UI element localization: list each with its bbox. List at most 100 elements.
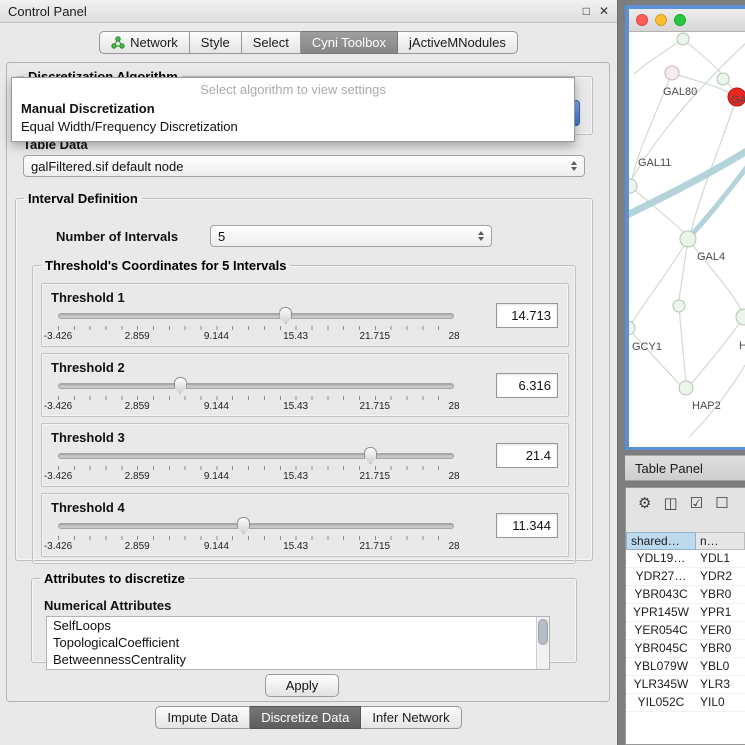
number-of-intervals-value: 5 xyxy=(218,229,225,244)
interval-group-title: Interval Definition xyxy=(24,191,142,206)
slider-ticks xyxy=(58,326,454,330)
control-panel-window: Control Panel □ ✕ Network Style Select xyxy=(0,0,618,745)
slider-track[interactable] xyxy=(58,313,454,319)
threshold-1-label: Threshold 1 xyxy=(51,290,125,305)
table-row[interactable]: YPR145WYPR1 xyxy=(626,604,745,622)
close-icon[interactable]: ✕ xyxy=(599,5,609,17)
tab-cyni-toolbox[interactable]: Cyni Toolbox xyxy=(301,31,398,54)
slider-thumb[interactable] xyxy=(174,377,187,394)
node[interactable] xyxy=(677,33,689,45)
node-label: H xyxy=(739,340,745,352)
slider-ticks xyxy=(58,396,454,400)
threshold-2-slider[interactable]: -3.4262.8599.14415.4321.71528 xyxy=(58,376,454,412)
table-row[interactable]: YLR345WYLR3 xyxy=(626,676,745,694)
tab-select[interactable]: Select xyxy=(242,31,301,54)
node[interactable] xyxy=(736,309,745,325)
dropdown-option-equal-width-frequency[interactable]: Equal Width/Frequency Discretization xyxy=(12,118,574,136)
table-row[interactable]: YDL19…YDL1 xyxy=(626,550,745,568)
list-item[interactable]: BetweennessCentrality xyxy=(47,651,549,668)
slider-track[interactable] xyxy=(58,453,454,459)
combo-arrows-icon xyxy=(478,231,484,241)
apply-button[interactable]: Apply xyxy=(265,674,339,697)
node[interactable] xyxy=(673,300,685,312)
dropdown-option-manual-discretization[interactable]: Manual Discretization xyxy=(12,100,574,118)
slider-track[interactable] xyxy=(58,523,454,529)
threshold-4-slider[interactable]: -3.4262.8599.14415.4321.71528 xyxy=(58,516,454,552)
slider-tick-labels: -3.4262.8599.14415.4321.71528 xyxy=(58,401,454,412)
window-title: Control Panel xyxy=(8,4,87,19)
table-row[interactable]: YIL052CYIL0 xyxy=(626,694,745,712)
table-body: YDL19…YDL1 YDR27…YDR2 YBR043CYBR0 YPR145… xyxy=(626,550,745,744)
gear-icon[interactable]: ⚙ xyxy=(638,496,651,511)
list-item[interactable]: SelfLoops xyxy=(47,617,549,634)
node-label: GA xyxy=(731,94,745,106)
table-toolbar: ⚙ ◫ ☑ ☐ xyxy=(626,488,745,518)
slider-thumb[interactable] xyxy=(279,307,292,324)
table-panel-window: ⚙ ◫ ☑ ☐ shared… n… YDL19…YDL1 YDR27…YDR2… xyxy=(625,487,745,745)
threshold-3-value-field[interactable]: 21.4 xyxy=(496,443,558,468)
node[interactable] xyxy=(629,321,635,335)
bottom-tab-bar: Impute Data Discretize Data Infer Networ… xyxy=(0,706,617,729)
numerical-attributes-label: Numerical Attributes xyxy=(44,598,171,613)
table-row[interactable]: YDR27…YDR2 xyxy=(626,568,745,586)
node-label: GAL80 xyxy=(663,86,697,98)
node[interactable] xyxy=(717,73,729,85)
table-panel-header[interactable]: Table Panel xyxy=(625,455,745,481)
threshold-1-slider[interactable]: -3.4262.8599.14415.4321.71528 xyxy=(58,306,454,342)
table-row[interactable]: YBR043CYBR0 xyxy=(626,586,745,604)
table-row[interactable]: YBL079WYBL0 xyxy=(626,658,745,676)
node[interactable] xyxy=(679,381,693,395)
node-label: GAL4 xyxy=(697,251,725,263)
threshold-4-value-field[interactable]: 11.344 xyxy=(496,513,558,538)
network-canvas[interactable]: GAL80 GA GAL11 GAL4 GCY1 HAP2 H xyxy=(629,32,745,447)
list-scrollbar[interactable] xyxy=(536,617,549,669)
slider-tick-labels: -3.4262.8599.14415.4321.71528 xyxy=(58,471,454,482)
node-label: GAL11 xyxy=(638,157,671,169)
table-data-combo-value: galFiltered.sif default node xyxy=(31,159,183,174)
network-view-window: GAL80 GA GAL11 GAL4 GCY1 HAP2 H xyxy=(625,5,745,450)
algorithm-dropdown: Select algorithm to view settings Manual… xyxy=(11,77,575,142)
node[interactable] xyxy=(665,66,679,80)
column-header-shared-name[interactable]: shared… xyxy=(626,532,696,550)
network-graph: GAL80 GA GAL11 GAL4 GCY1 HAP2 H xyxy=(629,32,745,447)
threshold-2-value-field[interactable]: 6.316 xyxy=(496,373,558,398)
restore-icon[interactable]: □ xyxy=(583,5,590,17)
column-header-name[interactable]: n… xyxy=(696,532,745,550)
threshold-2-box: Threshold 2 -3.4262.8599.14415.4321.7152… xyxy=(41,353,569,417)
close-traffic-light-icon[interactable] xyxy=(636,14,648,26)
window-buttons: □ ✕ xyxy=(583,5,609,17)
tab-network[interactable]: Network xyxy=(99,31,190,54)
columns-icon[interactable]: ◫ xyxy=(663,496,677,511)
threshold-3-box: Threshold 3 -3.4262.8599.14415.4321.7152… xyxy=(41,423,569,487)
tab-impute-data[interactable]: Impute Data xyxy=(155,706,250,729)
numerical-attributes-list[interactable]: SelfLoops TopologicalCoefficient Between… xyxy=(46,616,550,670)
list-item[interactable]: TopologicalCoefficient xyxy=(47,634,549,651)
threshold-1-value-field[interactable]: 14.713 xyxy=(496,303,558,328)
tab-network-label: Network xyxy=(130,35,178,50)
slider-thumb[interactable] xyxy=(237,517,250,534)
slider-ticks xyxy=(58,466,454,470)
dropdown-prompt: Select algorithm to view settings xyxy=(12,78,574,100)
zoom-traffic-light-icon[interactable] xyxy=(674,14,686,26)
tab-style[interactable]: Style xyxy=(190,31,242,54)
threshold-3-slider[interactable]: -3.4262.8599.14415.4321.71528 xyxy=(58,446,454,482)
threshold-4-label: Threshold 4 xyxy=(51,500,125,515)
network-icon xyxy=(111,36,125,49)
thresholds-group-title: Threshold's Coordinates for 5 Intervals xyxy=(41,258,290,273)
select-all-icon[interactable]: ☑ xyxy=(690,496,703,511)
tab-jactivemnodules[interactable]: jActiveMNodules xyxy=(398,31,518,54)
tab-discretize-data[interactable]: Discretize Data xyxy=(250,706,361,729)
table-row[interactable]: YBR045CYBR0 xyxy=(626,640,745,658)
minimize-traffic-light-icon[interactable] xyxy=(655,14,667,26)
combo-arrows-icon xyxy=(571,161,577,171)
scrollbar-thumb[interactable] xyxy=(538,619,548,645)
number-of-intervals-combo[interactable]: 5 xyxy=(210,225,492,247)
table-row[interactable]: YER054CYER0 xyxy=(626,622,745,640)
table-data-combo[interactable]: galFiltered.sif default node xyxy=(23,155,585,177)
tab-infer-network[interactable]: Infer Network xyxy=(361,706,461,729)
slider-track[interactable] xyxy=(58,383,454,389)
node[interactable] xyxy=(680,231,696,247)
slider-ticks xyxy=(58,536,454,540)
slider-thumb[interactable] xyxy=(364,447,377,464)
deselect-all-icon[interactable]: ☐ xyxy=(715,496,728,511)
